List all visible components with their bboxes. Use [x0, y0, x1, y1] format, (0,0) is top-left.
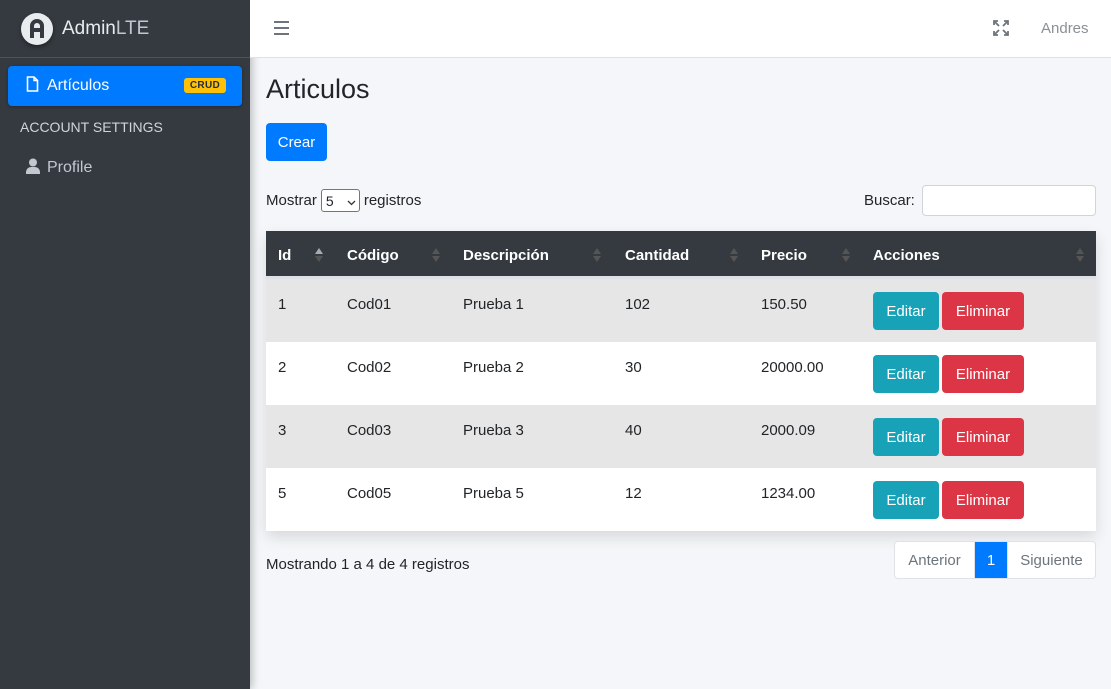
column-header-descripcion[interactable]: Descripción	[463, 231, 549, 279]
search-label: Buscar:	[864, 192, 915, 209]
sidebar-item-label: Profile	[47, 159, 93, 176]
edit-button[interactable]: Editar	[873, 481, 939, 519]
table-row: 3 Cod03 Prueba 3 40 2000.09 Editar Elimi…	[266, 405, 1096, 468]
create-button[interactable]: Crear	[266, 123, 327, 161]
adminlte-logo-icon	[21, 12, 53, 45]
next-page-button[interactable]: Siguiente	[1007, 542, 1095, 578]
length-suffix: registros	[363, 192, 422, 209]
cell-descripcion: Prueba 2	[463, 359, 524, 376]
expand-icon[interactable]	[993, 20, 1009, 36]
cell-id: 2	[278, 359, 287, 376]
cell-codigo: Cod03	[347, 422, 392, 439]
sort-asc-icon	[315, 248, 323, 262]
crud-badge: CRUD	[183, 78, 226, 93]
length-control: Mostrar 5 registros	[266, 189, 421, 212]
cell-cantidad: 30	[625, 359, 642, 376]
delete-button[interactable]: Eliminar	[942, 418, 1024, 456]
table-row: 2 Cod02 Prueba 2 30 20000.00 Editar Elim…	[266, 342, 1096, 405]
edit-button[interactable]: Editar	[873, 355, 939, 393]
length-select[interactable]: 5	[320, 189, 360, 212]
delete-button[interactable]: Eliminar	[942, 481, 1024, 519]
delete-button[interactable]: Eliminar	[942, 355, 1024, 393]
search-input[interactable]	[922, 185, 1096, 216]
sort-icon	[432, 248, 440, 262]
user-icon	[26, 158, 40, 178]
length-value: 5	[325, 192, 334, 209]
delete-button[interactable]: Eliminar	[942, 292, 1024, 330]
column-header-precio[interactable]: Precio	[761, 231, 807, 279]
articles-table: Id Código Descripción Cantidad Precio Ac…	[266, 231, 1096, 531]
edit-button[interactable]: Editar	[873, 418, 939, 456]
cell-codigo: Cod05	[347, 485, 392, 502]
cell-id: 5	[278, 485, 287, 502]
sort-icon	[730, 248, 738, 262]
user-menu[interactable]: Andres	[1041, 20, 1089, 37]
top-navbar: Andres	[250, 0, 1111, 58]
column-header-id[interactable]: Id	[278, 231, 291, 279]
table-header: Id Código Descripción Cantidad Precio Ac…	[266, 231, 1096, 279]
edit-button[interactable]: Editar	[873, 292, 939, 330]
previous-page-button[interactable]: Anterior	[895, 542, 975, 578]
page-1-button[interactable]: 1	[975, 542, 1007, 578]
brand-link[interactable]: AdminLTE	[0, 0, 250, 58]
sort-icon	[842, 248, 850, 262]
cell-descripcion: Prueba 3	[463, 422, 524, 439]
cell-id: 3	[278, 422, 287, 439]
cell-codigo: Cod02	[347, 359, 392, 376]
table-info: Mostrando 1 a 4 de 4 registros	[266, 556, 470, 573]
sidebar: AdminLTE Artículos CRUD ACCOUNT SETTINGS…	[0, 0, 250, 689]
table-row: 5 Cod05 Prueba 5 12 1234.00 Editar Elimi…	[266, 468, 1096, 531]
cell-id: 1	[278, 296, 287, 313]
length-prefix: Mostrar	[266, 192, 317, 209]
column-header-acciones[interactable]: Acciones	[873, 231, 940, 279]
column-header-cantidad[interactable]: Cantidad	[625, 231, 689, 279]
cell-precio: 1234.00	[761, 485, 816, 502]
cell-precio: 2000.09	[761, 422, 816, 439]
cell-precio: 150.50	[761, 296, 807, 313]
sidebar-item-profile[interactable]: Profile	[8, 148, 242, 188]
sort-icon	[1076, 248, 1084, 262]
sidebar-item-articulos[interactable]: Artículos CRUD	[8, 66, 242, 106]
pagination: Anterior 1 Siguiente	[894, 541, 1096, 579]
page-title: Articulos	[266, 74, 370, 104]
cell-descripcion: Prueba 1	[463, 296, 524, 313]
chevron-down-icon	[347, 193, 356, 209]
file-icon	[26, 76, 39, 96]
cell-precio: 20000.00	[761, 359, 824, 376]
table-row: 1 Cod01 Prueba 1 102 150.50 Editar Elimi…	[266, 279, 1096, 342]
cell-cantidad: 102	[625, 296, 651, 313]
sort-icon	[593, 248, 601, 262]
sidebar-item-label: Artículos	[47, 77, 110, 94]
cell-codigo: Cod01	[347, 296, 392, 313]
cell-descripcion: Prueba 5	[463, 485, 524, 502]
nav-header-account-settings: ACCOUNT SETTINGS	[20, 119, 163, 135]
brand-text: AdminLTE	[62, 17, 150, 39]
cell-cantidad: 12	[625, 485, 642, 502]
hamburger-icon[interactable]	[274, 21, 289, 35]
column-header-codigo[interactable]: Código	[347, 231, 399, 279]
cell-cantidad: 40	[625, 422, 642, 439]
